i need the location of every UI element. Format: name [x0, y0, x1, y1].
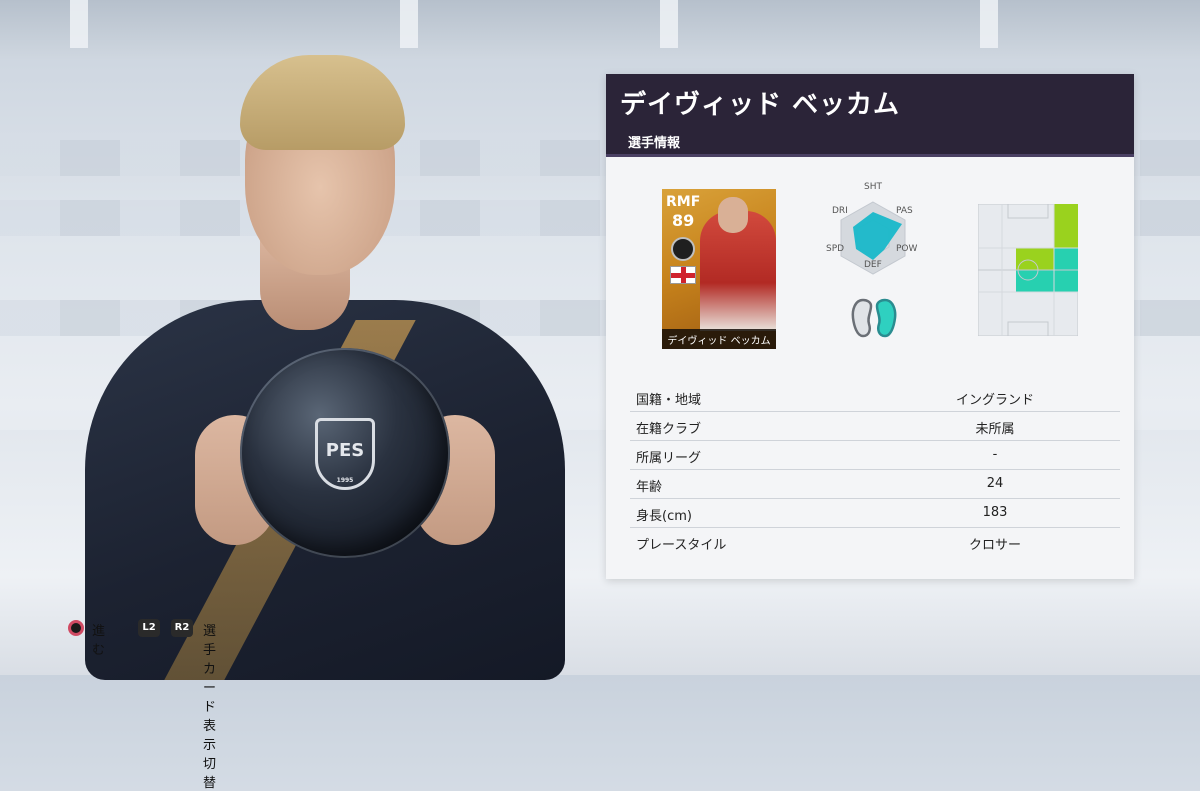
- ability-radar: SHT PAS POW DEF SPD DRI: [826, 182, 918, 284]
- card-player-face: [718, 197, 748, 233]
- l2-button[interactable]: L2: [138, 619, 160, 637]
- player-name: デイヴィッド ベッカム: [620, 90, 901, 120]
- info-value: 24: [986, 476, 1004, 491]
- card-position: RMF: [666, 194, 701, 210]
- info-label: 所属リーグ: [636, 451, 702, 466]
- tab-player-info[interactable]: 選手情報: [628, 132, 680, 151]
- toggle-card-label: 選手カード表示切替: [203, 624, 217, 791]
- info-row-playstyle: プレースタイル クロサー: [630, 528, 1120, 556]
- player-info-table: 国籍・地域 イングランド 在籍クラブ 未所属 所属リーグ - 年齢 24 身長(…: [630, 383, 1120, 556]
- info-value: 183: [982, 505, 1008, 520]
- player-card[interactable]: RMF 89 デイヴィッド ベッカム: [662, 189, 776, 349]
- info-row-league: 所属リーグ -: [630, 441, 1120, 470]
- info-value: -: [992, 447, 998, 462]
- ball-crest-text: PES: [325, 440, 365, 461]
- radar-label-pow: POW: [896, 244, 918, 254]
- card-name-strip: デイヴィッド ベッカム: [662, 329, 776, 349]
- card-rating: 89: [672, 211, 695, 230]
- stadium-pillar: [70, 0, 88, 48]
- pitch-position-icon: [977, 203, 1079, 337]
- ball-crest-year: 1995: [336, 477, 354, 484]
- info-row-nationality: 国籍・地域 イングランド: [630, 383, 1120, 412]
- england-flag-icon: [671, 267, 695, 283]
- info-label: 身長(cm): [636, 509, 692, 524]
- info-row-age: 年齢 24: [630, 470, 1120, 499]
- player-model: PES 1995: [60, 50, 590, 680]
- card-player-name: デイヴィッド ベッカム: [667, 336, 771, 347]
- info-label: 年齢: [636, 480, 663, 495]
- radar-label-dri: DRI: [832, 206, 848, 216]
- radar-label-sht: SHT: [864, 182, 882, 192]
- player-hair: [240, 55, 405, 150]
- radar-label-pas: PAS: [896, 206, 913, 216]
- advance-label: 進む: [92, 624, 106, 658]
- info-label: 在籍クラブ: [636, 422, 702, 437]
- info-label: 国籍・地域: [636, 393, 702, 408]
- info-row-club: 在籍クラブ 未所属: [630, 412, 1120, 441]
- player-info-panel: デイヴィッド ベッカム 選手情報 RMF 89 デイヴィッド ベッカム SHT …: [606, 74, 1134, 579]
- feet-icon: [849, 296, 899, 340]
- r2-button[interactable]: R2: [171, 619, 193, 637]
- radar-label-spd: SPD: [826, 244, 845, 254]
- radar-label-def: DEF: [864, 260, 882, 270]
- stadium-pillar: [400, 0, 418, 48]
- stadium-pillar: [980, 0, 998, 48]
- info-value: イングランド: [955, 393, 1034, 408]
- info-row-height: 身長(cm) 183: [630, 499, 1120, 528]
- circle-button-icon[interactable]: [68, 620, 84, 636]
- football: PES 1995: [240, 348, 450, 558]
- tab-underline: [606, 154, 1134, 157]
- info-label: プレースタイル: [636, 538, 727, 553]
- info-value: クロサー: [968, 538, 1021, 553]
- panel-header: デイヴィッド ベッカム 選手情報: [606, 74, 1134, 157]
- pes-crest-icon: PES 1995: [315, 418, 375, 490]
- info-value: 未所属: [975, 422, 1015, 437]
- stadium-pillar: [660, 0, 678, 48]
- legend-badge-icon: [671, 237, 695, 261]
